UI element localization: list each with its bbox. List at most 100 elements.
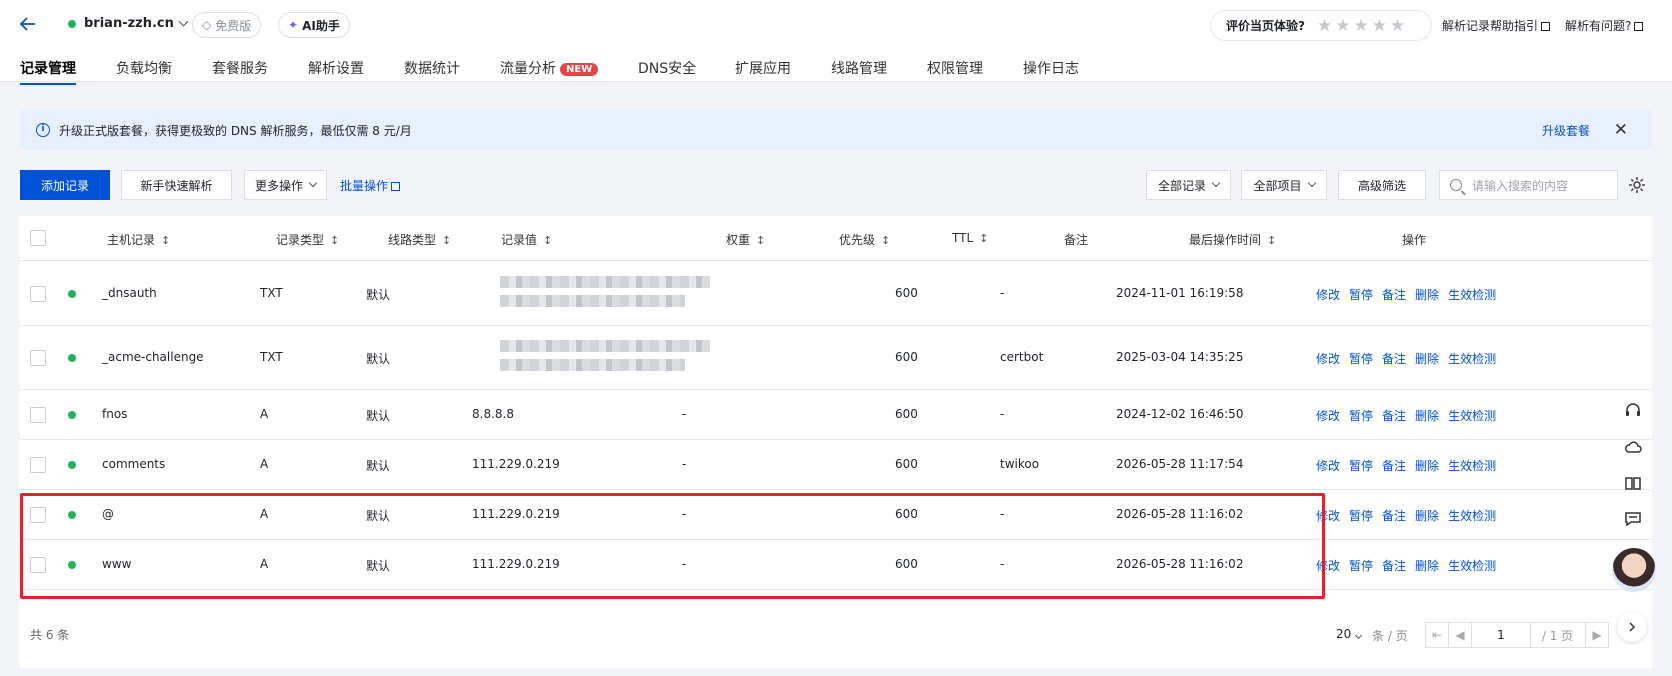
tab-line-management[interactable]: 线路管理 <box>831 58 887 78</box>
col-ttl[interactable]: TTL ↕ <box>952 231 988 245</box>
action-remark-link[interactable]: 备注 <box>1382 557 1406 574</box>
action-delete-link[interactable]: 删除 <box>1415 407 1439 424</box>
search-placeholder: 请输入搜索的内容 <box>1472 178 1569 193</box>
col-value[interactable]: 记录值 ↕ <box>501 231 552 248</box>
tab-dns-security[interactable]: DNS安全 <box>638 58 696 78</box>
batch-actions-label: 批量操作 <box>340 179 389 193</box>
action-edit-link[interactable]: 修改 <box>1316 557 1340 574</box>
upgrade-plan-link[interactable]: 升级套餐 <box>1542 122 1590 139</box>
row-checkbox[interactable] <box>30 350 46 366</box>
action-remark-link[interactable]: 备注 <box>1382 507 1406 524</box>
col-weight[interactable]: 权重 ↕ <box>726 231 765 248</box>
col-host[interactable]: 主机记录 ↕ <box>107 231 170 248</box>
action-pause-link[interactable]: 暂停 <box>1349 457 1373 474</box>
assistant-avatar[interactable] <box>1612 548 1656 592</box>
select-all-checkbox[interactable] <box>30 230 46 246</box>
action-delete-link[interactable]: 删除 <box>1415 457 1439 474</box>
action-edit-link[interactable]: 修改 <box>1316 286 1340 303</box>
more-actions-dropdown[interactable]: 更多操作 <box>244 170 327 200</box>
domain-selector[interactable]: brian-zzh.cn <box>68 16 189 31</box>
feedback-icon[interactable] <box>1617 503 1649 535</box>
cell-remark: - <box>1000 286 1005 300</box>
page-size-select[interactable]: 20 <box>1336 627 1363 641</box>
action-edit-link[interactable]: 修改 <box>1316 407 1340 424</box>
cell-weight: - <box>682 507 687 521</box>
tab-label: 负载均衡 <box>116 61 172 77</box>
tab-plan-service[interactable]: 套餐服务 <box>212 58 268 78</box>
batch-actions-link[interactable]: 批量操作 <box>340 177 401 194</box>
action-check-link[interactable]: 生效检测 <box>1448 507 1496 524</box>
cloud-icon[interactable] <box>1617 431 1649 463</box>
headset-icon[interactable] <box>1617 395 1649 427</box>
tab-permissions[interactable]: 权限管理 <box>927 58 983 78</box>
next-page-button[interactable]: ▶ <box>1585 622 1609 648</box>
action-delete-link[interactable]: 删除 <box>1415 507 1439 524</box>
row-checkbox[interactable] <box>30 407 46 423</box>
add-record-button[interactable]: 添加记录 <box>20 170 110 200</box>
row-checkbox[interactable] <box>30 457 46 473</box>
action-pause-link[interactable]: 暂停 <box>1349 557 1373 574</box>
col-time[interactable]: 最后操作时间 ↕ <box>1189 231 1276 248</box>
chevron-right-icon[interactable] <box>1617 612 1647 642</box>
tab-traffic-analysis[interactable]: 流量分析 NEW <box>500 58 599 78</box>
action-remark-link[interactable]: 备注 <box>1382 457 1406 474</box>
action-check-link[interactable]: 生效检测 <box>1448 350 1496 367</box>
col-line[interactable]: 线路类型 ↕ <box>388 231 451 248</box>
action-pause-link[interactable]: 暂停 <box>1349 407 1373 424</box>
page-size-value: 20 <box>1336 627 1352 641</box>
action-check-link[interactable]: 生效检测 <box>1448 407 1496 424</box>
rating-stars[interactable]: ★★★★★ <box>1317 16 1408 36</box>
prev-page-button[interactable]: ◀ <box>1448 622 1472 648</box>
back-arrow-icon[interactable] <box>18 14 38 34</box>
action-check-link[interactable]: 生效检测 <box>1448 557 1496 574</box>
action-edit-link[interactable]: 修改 <box>1316 350 1340 367</box>
action-pause-link[interactable]: 暂停 <box>1349 507 1373 524</box>
action-pause-link[interactable]: 暂停 <box>1349 350 1373 367</box>
plan-badge[interactable]: ◇ 免费版 <box>192 12 262 38</box>
issue-link[interactable]: 解析有问题? <box>1565 17 1644 34</box>
col-type[interactable]: 记录类型 ↕ <box>276 231 339 248</box>
settings-gear-icon[interactable] <box>1627 175 1647 195</box>
close-icon[interactable]: ✕ <box>1614 120 1628 140</box>
col-priority[interactable]: 优先级 ↕ <box>839 231 890 248</box>
search-input[interactable]: 请输入搜索的内容 <box>1439 170 1618 200</box>
tab-dns-settings[interactable]: 解析设置 <box>308 58 364 78</box>
row-checkbox[interactable] <box>30 557 46 573</box>
tab-label: 数据统计 <box>404 61 460 77</box>
action-remark-link[interactable]: 备注 <box>1382 286 1406 303</box>
col-line-label: 线路类型 <box>388 233 437 247</box>
book-icon[interactable] <box>1617 467 1649 499</box>
tab-label: 记录管理 <box>20 61 76 77</box>
action-pause-link[interactable]: 暂停 <box>1349 286 1373 303</box>
row-checkbox[interactable] <box>30 286 46 302</box>
cell-type: A <box>260 407 269 421</box>
redacted-record-value <box>500 340 710 378</box>
advanced-filter-button[interactable]: 高级筛选 <box>1338 170 1426 200</box>
row-checkbox[interactable] <box>30 507 46 523</box>
page-number-input[interactable]: 1 <box>1471 622 1531 648</box>
first-page-button[interactable]: ⇤ <box>1425 622 1449 648</box>
tab-load-balance[interactable]: 负载均衡 <box>116 58 172 78</box>
tab-label: 解析设置 <box>308 61 364 77</box>
action-edit-link[interactable]: 修改 <box>1316 507 1340 524</box>
action-check-link[interactable]: 生效检测 <box>1448 286 1496 303</box>
action-remark-link[interactable]: 备注 <box>1382 407 1406 424</box>
tab-record-management[interactable]: 记录管理 <box>20 58 76 85</box>
new-badge: NEW <box>560 63 599 76</box>
action-delete-link[interactable]: 删除 <box>1415 286 1439 303</box>
tab-extensions[interactable]: 扩展应用 <box>735 58 791 78</box>
tab-operation-log[interactable]: 操作日志 <box>1023 58 1079 78</box>
tab-statistics[interactable]: 数据统计 <box>404 58 460 78</box>
quick-setup-button[interactable]: 新手快速解析 <box>121 170 232 200</box>
cell-host: www <box>102 557 132 571</box>
action-remark-link[interactable]: 备注 <box>1382 350 1406 367</box>
action-delete-link[interactable]: 删除 <box>1415 350 1439 367</box>
help-guide-link[interactable]: 解析记录帮助指引 <box>1442 17 1551 34</box>
cell-host: @ <box>102 507 114 521</box>
project-filter-dropdown[interactable]: 全部项目 <box>1241 170 1327 200</box>
record-filter-dropdown[interactable]: 全部记录 <box>1146 170 1231 200</box>
ai-assistant-button[interactable]: ✦ AI助手 <box>278 12 350 38</box>
action-delete-link[interactable]: 删除 <box>1415 557 1439 574</box>
action-check-link[interactable]: 生效检测 <box>1448 457 1496 474</box>
action-edit-link[interactable]: 修改 <box>1316 457 1340 474</box>
